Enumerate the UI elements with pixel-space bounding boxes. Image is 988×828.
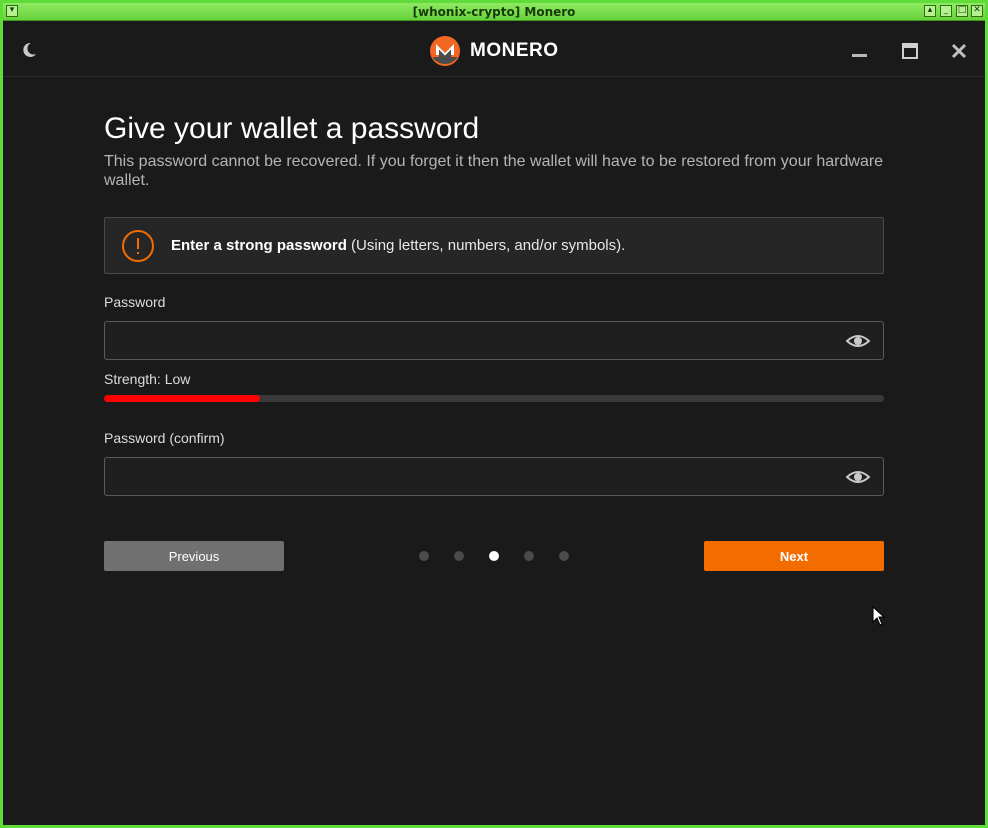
next-button[interactable]: Next: [704, 541, 884, 571]
window-maximize-button[interactable]: □: [956, 5, 968, 17]
page-title: Give your wallet a password: [104, 112, 480, 145]
page-subtitle: This password cannot be recovered. If yo…: [104, 153, 884, 189]
monero-logo-icon: [430, 36, 460, 66]
step-dot-1: [419, 551, 429, 561]
eye-icon[interactable]: [846, 467, 870, 487]
close-icon[interactable]: [949, 41, 969, 61]
brand-name: MONERO: [470, 40, 559, 61]
confirm-password-label: Password (confirm): [104, 430, 225, 446]
eye-icon[interactable]: [846, 331, 870, 351]
confirm-password-input[interactable]: [115, 466, 839, 490]
notice-rest: (Using letters, numbers, and/or symbols)…: [346, 237, 626, 254]
step-dot-3: [489, 551, 499, 561]
strength-label: Strength: Low: [104, 371, 191, 387]
confirm-password-field[interactable]: [104, 457, 884, 496]
mouse-cursor-icon: [872, 606, 886, 626]
password-field[interactable]: [104, 321, 884, 360]
minimize-icon[interactable]: [849, 41, 869, 61]
step-dot-5: [559, 551, 569, 561]
window-close-button[interactable]: ✕: [971, 5, 983, 17]
wizard-content: Give your wallet a password This passwor…: [104, 111, 884, 571]
exclamation-circle-icon: [122, 230, 154, 262]
brand-logo: MONERO: [430, 36, 559, 66]
app-header: MONERO: [3, 21, 985, 77]
app-window: ▾ [whonix-crypto] Monero ▴ _ □ ✕ MONERO: [0, 0, 988, 828]
step-dot-2: [454, 551, 464, 561]
strength-meter-fill: [104, 395, 260, 402]
window-minimize-button[interactable]: _: [940, 5, 952, 17]
maximize-icon[interactable]: [900, 41, 920, 61]
strength-meter: [104, 395, 884, 402]
window-title: [whonix-crypto] Monero: [412, 5, 576, 19]
window-titlebar[interactable]: ▾ [whonix-crypto] Monero ▴ _ □ ✕: [3, 3, 985, 21]
strong-password-notice: Enter a strong password (Using letters, …: [104, 217, 884, 274]
moon-icon[interactable]: [20, 41, 38, 59]
step-dot-4: [524, 551, 534, 561]
window-shade-button[interactable]: ▴: [924, 5, 936, 17]
notice-bold: Enter a strong password: [171, 237, 347, 254]
step-indicator: [419, 551, 569, 561]
notice-text: Enter a strong password (Using letters, …: [171, 237, 625, 254]
password-label: Password: [104, 294, 166, 310]
password-input[interactable]: [115, 330, 839, 354]
previous-button[interactable]: Previous: [104, 541, 284, 571]
